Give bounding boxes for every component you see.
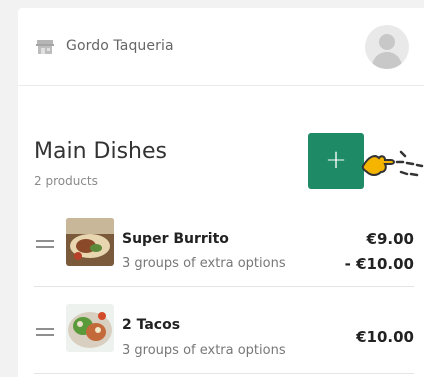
section-title: Main Dishes <box>34 139 167 164</box>
store-name[interactable]: Gordo Taqueria <box>66 38 174 54</box>
row-divider <box>34 373 414 374</box>
product-price-max: - €10.00 <box>344 255 414 273</box>
drag-handle-icon[interactable] <box>36 328 54 338</box>
row-divider <box>34 286 414 287</box>
product-price-min: €9.00 <box>366 230 414 248</box>
product-row[interactable]: Super Burrito 3 groups of extra options … <box>18 206 424 284</box>
product-row[interactable]: 2 Tacos 3 groups of extra options €10.00 <box>18 296 424 374</box>
store-icon <box>36 40 54 54</box>
product-name[interactable]: Super Burrito <box>122 231 229 247</box>
product-options: 3 groups of extra options <box>122 256 286 271</box>
drag-handle-icon[interactable] <box>36 240 54 250</box>
user-avatar-icon[interactable] <box>365 25 409 69</box>
product-image <box>66 304 114 352</box>
menu-card: Gordo Taqueria Main Dishes 2 products + <box>18 8 424 377</box>
pointing-hand-icon <box>361 150 424 177</box>
product-count: 2 products <box>34 174 98 188</box>
product-image <box>66 218 114 266</box>
store-header: Gordo Taqueria <box>18 8 424 86</box>
product-name[interactable]: 2 Tacos <box>122 317 180 333</box>
product-options: 3 groups of extra options <box>122 343 286 358</box>
product-price: €10.00 <box>356 328 414 346</box>
add-product-button[interactable]: + <box>308 133 364 189</box>
